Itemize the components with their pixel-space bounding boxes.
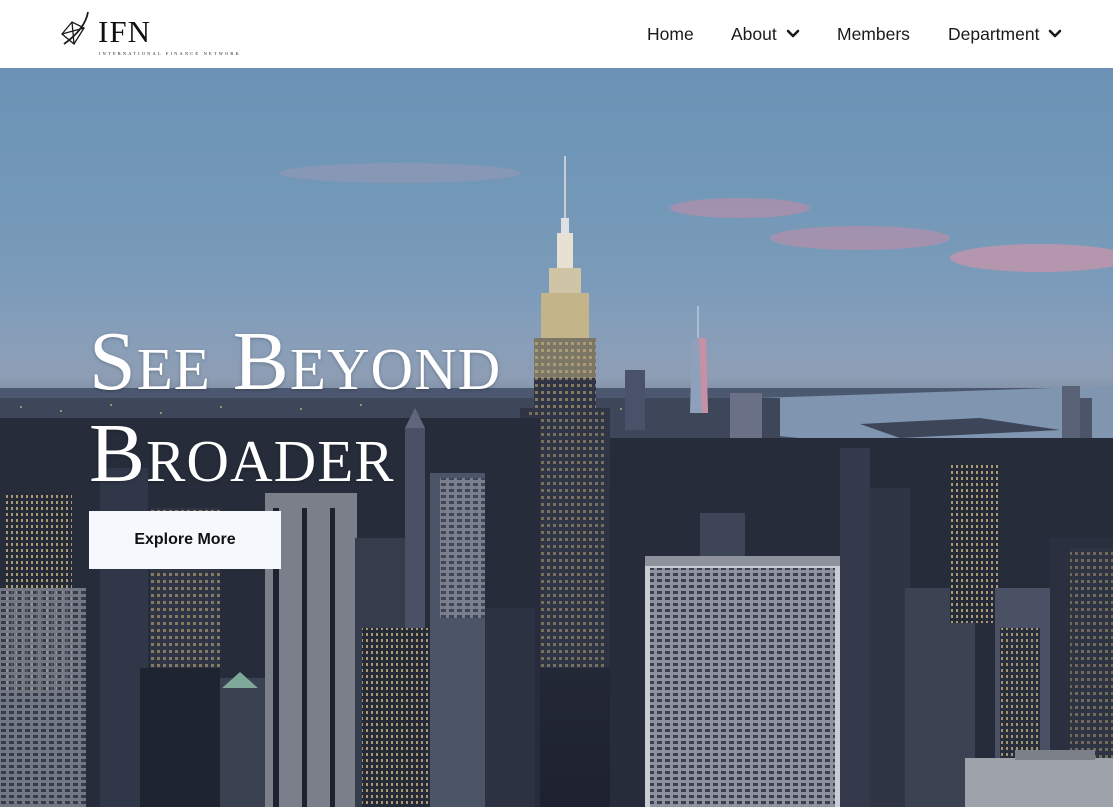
site-header: IFN INTERNATIONAL FINANCE NETWORK Home A… bbox=[0, 0, 1113, 68]
hero-title: See Beyond Broader bbox=[89, 316, 609, 500]
explore-more-button[interactable]: Explore More bbox=[89, 511, 281, 569]
nav-about-label: About bbox=[731, 23, 777, 44]
hero-title-line-1: See Beyond bbox=[89, 315, 502, 408]
nav-department-label: Department bbox=[948, 23, 1040, 44]
chevron-down-icon bbox=[786, 29, 800, 38]
main-nav: Home About Members Department bbox=[0, 22, 1113, 46]
nav-item-about[interactable]: About bbox=[731, 22, 800, 46]
nav-home-label: Home bbox=[647, 23, 694, 44]
nav-item-department[interactable]: Department bbox=[948, 22, 1062, 46]
hero-section: See Beyond Broader Explore More bbox=[0, 68, 1113, 807]
nav-item-home[interactable]: Home bbox=[647, 22, 694, 46]
chevron-down-icon bbox=[1049, 29, 1062, 38]
hero-title-line-2: Broader bbox=[89, 407, 395, 500]
nav-members-label: Members bbox=[837, 23, 910, 44]
logo-tagline: INTERNATIONAL FINANCE NETWORK bbox=[99, 51, 241, 56]
nav-item-members[interactable]: Members bbox=[837, 22, 910, 46]
